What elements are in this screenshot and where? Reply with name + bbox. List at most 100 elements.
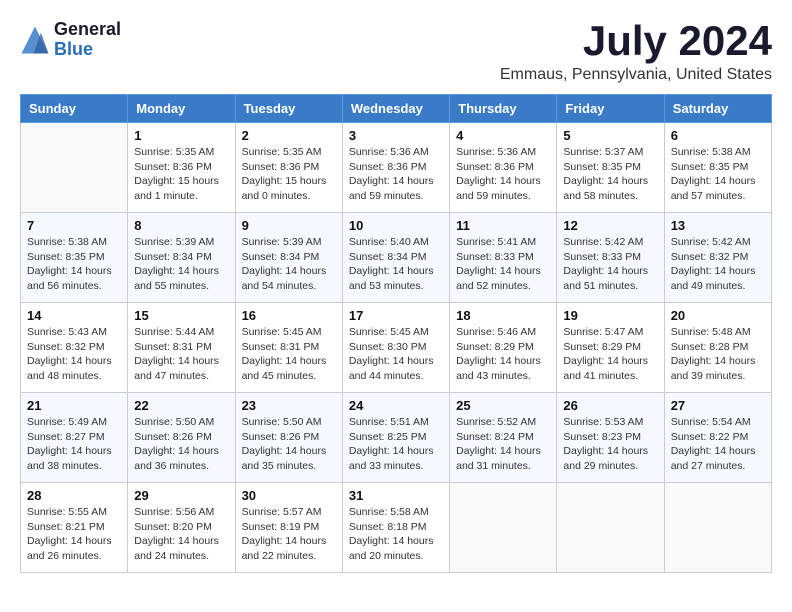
day-number: 22 [134, 398, 228, 413]
day-info: Sunrise: 5:54 AM Sunset: 8:22 PM Dayligh… [671, 415, 765, 474]
calendar-day-cell: 7 Sunrise: 5:38 AM Sunset: 8:35 PM Daylig… [21, 213, 128, 303]
day-number: 13 [671, 218, 765, 233]
day-number: 27 [671, 398, 765, 413]
day-number: 7 [27, 218, 121, 233]
day-info: Sunrise: 5:38 AM Sunset: 8:35 PM Dayligh… [671, 145, 765, 204]
day-info: Sunrise: 5:35 AM Sunset: 8:36 PM Dayligh… [242, 145, 336, 204]
day-of-week-header: Sunday [21, 95, 128, 123]
logo-text: General Blue [54, 20, 121, 60]
location-title: Emmaus, Pennsylvania, United States [500, 66, 772, 84]
calendar-day-cell: 22 Sunrise: 5:50 AM Sunset: 8:26 PM Dayli… [128, 393, 235, 483]
calendar-day-cell [450, 483, 557, 573]
day-info: Sunrise: 5:45 AM Sunset: 8:31 PM Dayligh… [242, 325, 336, 384]
day-number: 9 [242, 218, 336, 233]
calendar-day-cell: 14Sunrise: 5:43 AM Sunset: 8:32 PM Dayli… [21, 303, 128, 393]
day-info: Sunrise: 5:36 AM Sunset: 8:36 PM Dayligh… [349, 145, 443, 204]
calendar-day-cell [21, 123, 128, 213]
logo-general-text: General [54, 20, 121, 40]
calendar-day-cell: 13 Sunrise: 5:42 AM Sunset: 8:32 PM Dayli… [664, 213, 771, 303]
calendar-day-cell: 6 Sunrise: 5:38 AM Sunset: 8:35 PM Daylig… [664, 123, 771, 213]
calendar-header-row: SundayMondayTuesdayWednesdayThursdayFrid… [21, 95, 772, 123]
day-number: 23 [242, 398, 336, 413]
day-info: Sunrise: 5:36 AM Sunset: 8:36 PM Dayligh… [456, 145, 550, 204]
day-number: 15 [134, 308, 228, 323]
calendar-day-cell: 11Sunrise: 5:41 AM Sunset: 8:33 PM Dayli… [450, 213, 557, 303]
calendar-week-row: 28 Sunrise: 5:55 AM Sunset: 8:21 PM Dayli… [21, 483, 772, 573]
day-info: Sunrise: 5:39 AM Sunset: 8:34 PM Dayligh… [242, 235, 336, 294]
day-of-week-header: Thursday [450, 95, 557, 123]
day-number: 2 [242, 128, 336, 143]
day-info: Sunrise: 5:51 AM Sunset: 8:25 PM Dayligh… [349, 415, 443, 474]
day-info: Sunrise: 5:57 AM Sunset: 8:19 PM Dayligh… [242, 505, 336, 564]
month-title: July 2024 [500, 20, 772, 62]
calendar-week-row: 1 Sunrise: 5:35 AM Sunset: 8:36 PM Daylig… [21, 123, 772, 213]
calendar-week-row: 14Sunrise: 5:43 AM Sunset: 8:32 PM Dayli… [21, 303, 772, 393]
day-info: Sunrise: 5:50 AM Sunset: 8:26 PM Dayligh… [242, 415, 336, 474]
calendar-day-cell: 29Sunrise: 5:56 AM Sunset: 8:20 PM Dayli… [128, 483, 235, 573]
calendar-day-cell: 15 Sunrise: 5:44 AM Sunset: 8:31 PM Dayli… [128, 303, 235, 393]
calendar-day-cell: 1Sunrise: 5:35 AM Sunset: 8:36 PM Daylig… [128, 123, 235, 213]
day-number: 16 [242, 308, 336, 323]
day-number: 6 [671, 128, 765, 143]
day-number: 30 [242, 488, 336, 503]
day-of-week-header: Monday [128, 95, 235, 123]
day-of-week-header: Friday [557, 95, 664, 123]
calendar-day-cell: 5 Sunrise: 5:37 AM Sunset: 8:35 PM Daylig… [557, 123, 664, 213]
day-number: 25 [456, 398, 550, 413]
day-info: Sunrise: 5:38 AM Sunset: 8:35 PM Dayligh… [27, 235, 121, 294]
calendar-day-cell: 30 Sunrise: 5:57 AM Sunset: 8:19 PM Dayli… [235, 483, 342, 573]
calendar-day-cell: 17 Sunrise: 5:45 AM Sunset: 8:30 PM Dayli… [342, 303, 449, 393]
logo-blue-text: Blue [54, 40, 121, 60]
day-info: Sunrise: 5:46 AM Sunset: 8:29 PM Dayligh… [456, 325, 550, 384]
day-number: 11 [456, 218, 550, 233]
day-number: 20 [671, 308, 765, 323]
calendar-day-cell: 19 Sunrise: 5:47 AM Sunset: 8:29 PM Dayli… [557, 303, 664, 393]
day-number: 14 [27, 308, 121, 323]
day-info: Sunrise: 5:39 AM Sunset: 8:34 PM Dayligh… [134, 235, 228, 294]
title-area: July 2024 Emmaus, Pennsylvania, United S… [500, 20, 772, 84]
day-info: Sunrise: 5:47 AM Sunset: 8:29 PM Dayligh… [563, 325, 657, 384]
day-info: Sunrise: 5:50 AM Sunset: 8:26 PM Dayligh… [134, 415, 228, 474]
calendar-day-cell: 24 Sunrise: 5:51 AM Sunset: 8:25 PM Dayli… [342, 393, 449, 483]
day-info: Sunrise: 5:55 AM Sunset: 8:21 PM Dayligh… [27, 505, 121, 564]
day-number: 5 [563, 128, 657, 143]
day-info: Sunrise: 5:45 AM Sunset: 8:30 PM Dayligh… [349, 325, 443, 384]
day-info: Sunrise: 5:44 AM Sunset: 8:31 PM Dayligh… [134, 325, 228, 384]
day-of-week-header: Saturday [664, 95, 771, 123]
day-info: Sunrise: 5:37 AM Sunset: 8:35 PM Dayligh… [563, 145, 657, 204]
calendar-day-cell: 21 Sunrise: 5:49 AM Sunset: 8:27 PM Dayli… [21, 393, 128, 483]
day-number: 18 [456, 308, 550, 323]
day-number: 31 [349, 488, 443, 503]
day-number: 17 [349, 308, 443, 323]
day-number: 29 [134, 488, 228, 503]
calendar-day-cell [557, 483, 664, 573]
day-info: Sunrise: 5:48 AM Sunset: 8:28 PM Dayligh… [671, 325, 765, 384]
calendar-day-cell: 2 Sunrise: 5:35 AM Sunset: 8:36 PM Daylig… [235, 123, 342, 213]
day-number: 4 [456, 128, 550, 143]
day-number: 3 [349, 128, 443, 143]
day-info: Sunrise: 5:42 AM Sunset: 8:32 PM Dayligh… [671, 235, 765, 294]
day-number: 21 [27, 398, 121, 413]
logo: General Blue [20, 20, 121, 60]
day-number: 1 [134, 128, 228, 143]
day-of-week-header: Wednesday [342, 95, 449, 123]
calendar-week-row: 21 Sunrise: 5:49 AM Sunset: 8:27 PM Dayli… [21, 393, 772, 483]
day-info: Sunrise: 5:53 AM Sunset: 8:23 PM Dayligh… [563, 415, 657, 474]
calendar-day-cell: 4 Sunrise: 5:36 AM Sunset: 8:36 PM Daylig… [450, 123, 557, 213]
day-number: 12 [563, 218, 657, 233]
header: General Blue July 2024 Emmaus, Pennsylva… [20, 20, 772, 84]
calendar-day-cell: 28 Sunrise: 5:55 AM Sunset: 8:21 PM Dayli… [21, 483, 128, 573]
calendar-day-cell: 20 Sunrise: 5:48 AM Sunset: 8:28 PM Dayli… [664, 303, 771, 393]
day-number: 24 [349, 398, 443, 413]
day-number: 26 [563, 398, 657, 413]
day-number: 28 [27, 488, 121, 503]
day-info: Sunrise: 5:58 AM Sunset: 8:18 PM Dayligh… [349, 505, 443, 564]
day-info: Sunrise: 5:42 AM Sunset: 8:33 PM Dayligh… [563, 235, 657, 294]
calendar-week-row: 7 Sunrise: 5:38 AM Sunset: 8:35 PM Daylig… [21, 213, 772, 303]
day-number: 19 [563, 308, 657, 323]
day-info: Sunrise: 5:49 AM Sunset: 8:27 PM Dayligh… [27, 415, 121, 474]
day-number: 10 [349, 218, 443, 233]
calendar-day-cell: 9 Sunrise: 5:39 AM Sunset: 8:34 PM Daylig… [235, 213, 342, 303]
calendar-day-cell: 10Sunrise: 5:40 AM Sunset: 8:34 PM Dayli… [342, 213, 449, 303]
calendar-day-cell: 23 Sunrise: 5:50 AM Sunset: 8:26 PM Dayli… [235, 393, 342, 483]
